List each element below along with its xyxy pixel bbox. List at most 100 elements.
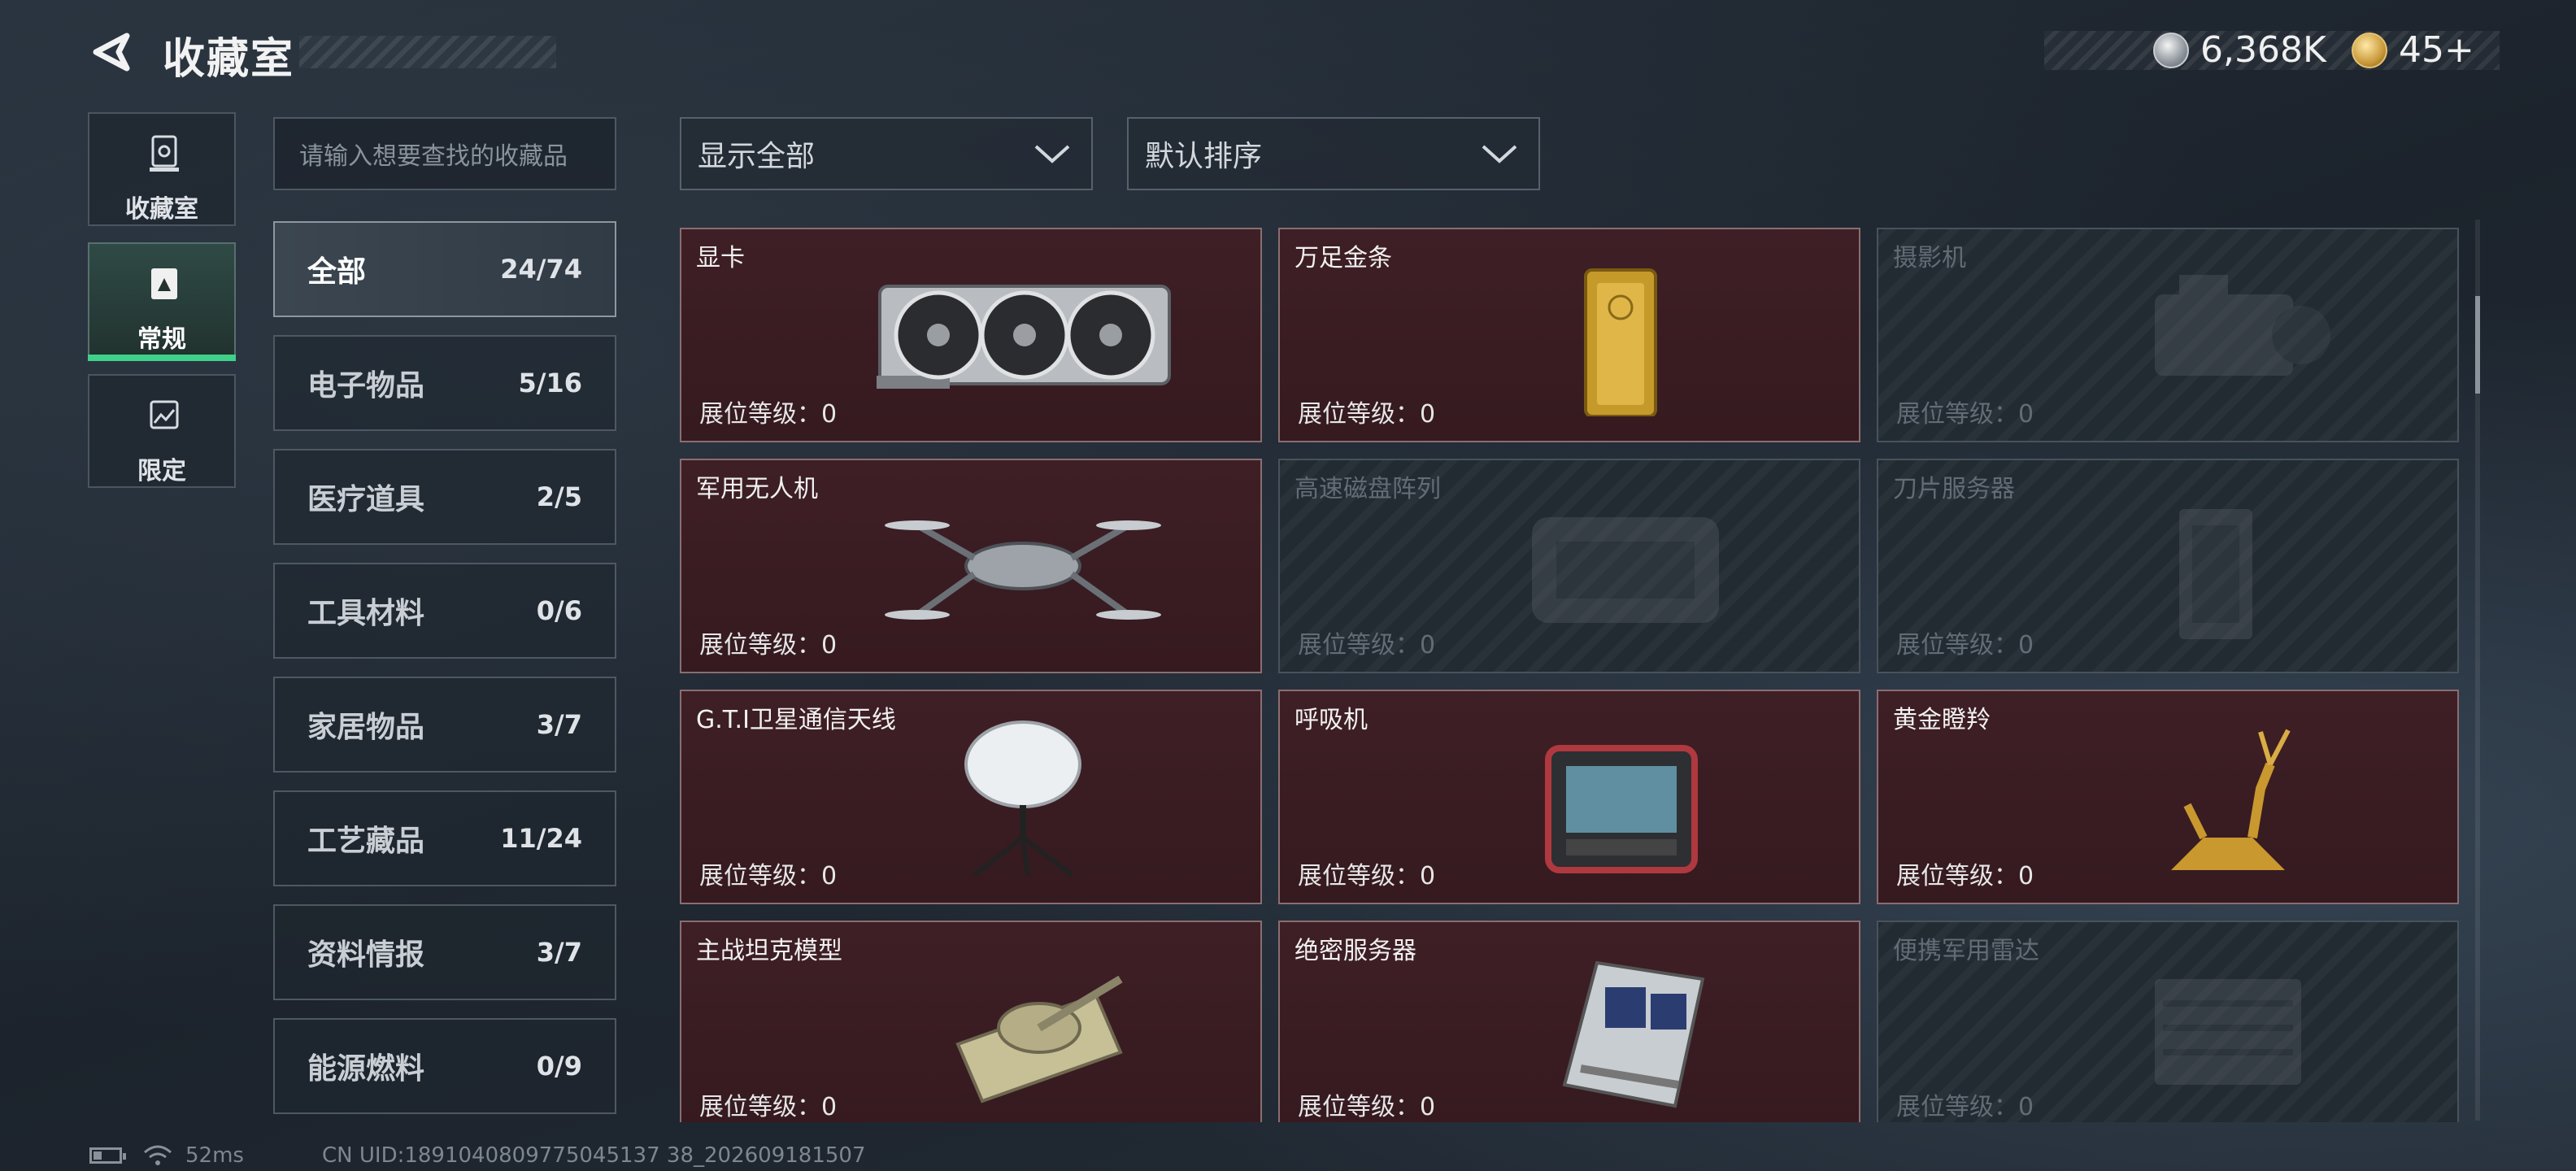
nav-tab-limited[interactable]: 限定 [88, 374, 236, 488]
booth-level: 展位等级：0 [1896, 862, 2034, 890]
category-intel[interactable]: 资料情报 3/7 [273, 904, 616, 1000]
item-name: 军用无人机 [696, 475, 818, 503]
booth-level: 展位等级：0 [1298, 862, 1436, 890]
nav-tab-collection-room[interactable]: 收藏室 [88, 112, 236, 226]
drone-image [885, 520, 1161, 620]
regular-icon [151, 268, 177, 299]
category-energy[interactable]: 能源燃料 0/9 [273, 1018, 616, 1114]
collection-card-drone[interactable]: 军用无人机 展位等级：0 [680, 459, 1262, 673]
nav-tab-label: 收藏室 [125, 195, 198, 224]
classified-server-image [1562, 960, 1705, 1108]
ping-value: 52ms [185, 1143, 244, 1168]
item-name: 高速磁盘阵列 [1295, 475, 1441, 503]
disk-array-image [1532, 517, 1719, 623]
ventilator-image [1545, 745, 1698, 873]
nav-tab-regular[interactable]: 常规 [88, 242, 236, 361]
collection-card-golden-gazelle[interactable]: 黄金瞪羚 展位等级：0 [1877, 690, 2459, 904]
category-all[interactable]: 全部 24/74 [273, 221, 616, 317]
display-filter-value: 显示全部 [698, 140, 816, 173]
sort-dropdown[interactable]: 默认排序 [1127, 117, 1540, 190]
collection-card-disk-array[interactable]: 高速磁盘阵列 展位等级：0 [1278, 459, 1860, 673]
booth-level: 展位等级：0 [1298, 1093, 1436, 1121]
collection-card-portable-radar[interactable]: 便携军用雷达 展位等级：0 [1877, 921, 2459, 1122]
booth-level: 展位等级：0 [699, 631, 838, 660]
booth-level: 展位等级：0 [699, 862, 838, 890]
category-electronics[interactable]: 电子物品 5/16 [273, 335, 616, 431]
camera-image [2155, 275, 2330, 376]
collection-card-camera[interactable]: 摄影机 展位等级：0 [1877, 228, 2459, 442]
category-count: 3/7 [536, 937, 582, 968]
back-button[interactable] [88, 28, 137, 76]
search-input[interactable]: 请输入想要查找的收藏品 [273, 117, 616, 190]
booth-level: 展位等级：0 [1298, 400, 1436, 429]
category-tools[interactable]: 工具材料 0/6 [273, 563, 616, 659]
back-arrow-icon [93, 33, 130, 72]
item-name: 显卡 [696, 244, 745, 272]
category-name: 全部 [307, 255, 367, 289]
item-name: G.T.I卫星通信天线 [696, 706, 896, 734]
sort-value: 默认排序 [1145, 140, 1263, 173]
silver-currency-value: 6,368K [2200, 29, 2326, 71]
page-title: 收藏室 [163, 35, 295, 84]
chevron-down-icon [1034, 145, 1070, 163]
collection-card-classified-server[interactable]: 绝密服务器 展位等级：0 [1278, 921, 1860, 1122]
collection-card-gpu[interactable]: 显卡 展位等级：0 [680, 228, 1262, 442]
category-count: 0/9 [536, 1051, 582, 1082]
gold-bar-image [1584, 268, 1657, 416]
blade-server-image [2179, 509, 2252, 639]
collection-card-tank-model[interactable]: 主战坦克模型 展位等级：0 [680, 921, 1262, 1122]
item-name: 万足金条 [1295, 244, 1392, 272]
category-count: 3/7 [536, 709, 582, 740]
battery-icon [89, 1147, 126, 1164]
booth-level: 展位等级：0 [1298, 631, 1436, 660]
item-name: 刀片服务器 [1893, 475, 2015, 503]
collection-card-satellite-antenna[interactable]: G.T.I卫星通信天线 展位等级：0 [680, 690, 1262, 904]
booth-level: 展位等级：0 [1896, 400, 2034, 429]
collection-room-icon [150, 135, 179, 172]
silver-currency: 6,368K [2153, 29, 2326, 71]
item-name: 黄金瞪羚 [1893, 706, 1991, 734]
category-name: 工艺藏品 [307, 825, 425, 858]
status-bar: 52ms [89, 1143, 244, 1168]
category-count: 0/6 [536, 595, 582, 626]
grid-scrollbar-thumb[interactable] [2475, 296, 2480, 394]
category-name: 医疗道具 [307, 483, 425, 516]
silver-coin-icon [2153, 32, 2189, 68]
golden-gazelle-image [2171, 729, 2291, 870]
gold-coin-icon [2352, 32, 2387, 68]
category-count: 24/74 [500, 254, 582, 285]
chevron-down-icon [1482, 145, 1517, 163]
title-decoration [299, 36, 556, 68]
category-name: 家居物品 [307, 711, 425, 744]
category-name: 电子物品 [307, 369, 425, 403]
display-filter-dropdown[interactable]: 显示全部 [680, 117, 1093, 190]
gpu-image [877, 285, 1171, 389]
booth-level: 展位等级：0 [699, 400, 838, 429]
category-name: 资料情报 [307, 938, 425, 972]
gold-currency: 45+ [2352, 29, 2474, 71]
category-count: 5/16 [518, 368, 582, 398]
uid-text: CN UID:1891040809775045137 38_2026091815… [322, 1143, 866, 1168]
satellite-antenna-image [964, 720, 1081, 877]
collection-grid: 显卡 展位等级：0 万足金条 展位等级：0 摄影机 展位等级：0 军用无人机 展… [680, 228, 2461, 1122]
category-crafts[interactable]: 工艺藏品 11/24 [273, 790, 616, 886]
wifi-icon [144, 1145, 172, 1165]
tank-model-image [955, 975, 1123, 1104]
category-household[interactable]: 家居物品 3/7 [273, 677, 616, 773]
collection-card-blade-server[interactable]: 刀片服务器 展位等级：0 [1877, 459, 2459, 673]
category-name: 能源燃料 [307, 1052, 425, 1086]
nav-tab-label: 常规 [137, 325, 186, 354]
booth-level: 展位等级：0 [1896, 1093, 2034, 1121]
category-medical[interactable]: 医疗道具 2/5 [273, 449, 616, 545]
category-name: 工具材料 [307, 597, 425, 630]
limited-icon [150, 400, 179, 429]
item-name: 摄影机 [1893, 244, 1966, 272]
collection-card-ventilator[interactable]: 呼吸机 展位等级：0 [1278, 690, 1860, 904]
item-name: 便携军用雷达 [1893, 937, 2039, 965]
item-name: 主战坦克模型 [696, 937, 842, 965]
gold-currency-value: 45+ [2399, 29, 2474, 71]
search-placeholder: 请输入想要查找的收藏品 [299, 142, 568, 171]
portable-radar-image [2155, 979, 2301, 1085]
collection-card-gold-bar[interactable]: 万足金条 展位等级：0 [1278, 228, 1860, 442]
item-name: 绝密服务器 [1295, 937, 1416, 965]
